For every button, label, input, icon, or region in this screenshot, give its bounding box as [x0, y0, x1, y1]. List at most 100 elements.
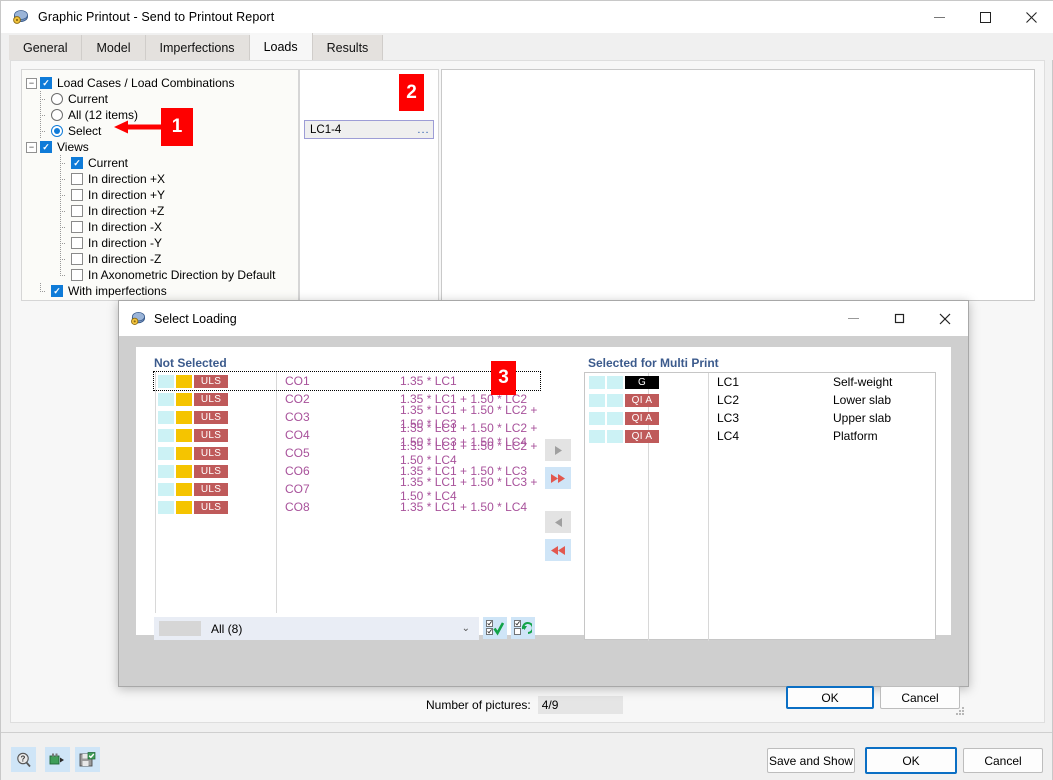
views-checkbox[interactable] — [40, 141, 52, 153]
tree-row-root[interactable]: − Load Cases / Load Combinations — [26, 75, 298, 91]
tree-connector — [55, 235, 66, 251]
list-item[interactable]: ULS CO1 1.35 * LC1 — [153, 371, 541, 391]
view-current-label: Current — [88, 156, 129, 170]
view-minus-y-checkbox[interactable] — [71, 237, 83, 249]
ellipsis-button[interactable]: ... — [414, 121, 433, 138]
move-right-button[interactable] — [545, 439, 571, 461]
cancel-button[interactable]: Cancel — [963, 748, 1043, 773]
tree-connector — [35, 91, 46, 107]
view-plus-z-label: In direction +Z — [88, 204, 165, 218]
radio-current[interactable] — [51, 93, 63, 105]
tab-general[interactable]: General — [9, 35, 83, 60]
tab-results[interactable]: Results — [312, 35, 384, 60]
tree-root-label: Load Cases / Load Combinations — [57, 76, 235, 90]
close-button[interactable] — [1008, 1, 1053, 33]
color-swatch-icon — [176, 464, 192, 478]
settings-plug-icon[interactable] — [45, 747, 70, 772]
selected-header: Selected for Multi Print — [588, 356, 719, 370]
resize-grip-icon[interactable] — [955, 703, 965, 715]
tree-row-view-pz[interactable]: In direction +Z — [26, 203, 298, 219]
collapse-root-icon[interactable]: − — [26, 77, 37, 89]
with-imperfections-label: With imperfections — [68, 284, 167, 298]
selected-list[interactable]: G LC1 Self-weight QI A LC2 Lower slab QI… — [584, 372, 936, 641]
view-axonometric-label: In Axonometric Direction by Default — [88, 268, 276, 282]
number-of-pictures-label: Number of pictures: — [426, 698, 531, 712]
radio-select[interactable] — [51, 125, 63, 137]
not-selected-header: Not Selected — [154, 356, 227, 370]
tree-row-current[interactable]: Current — [26, 91, 298, 107]
dialog-cancel-button[interactable]: Cancel — [880, 686, 960, 709]
loads-tree[interactable]: − Load Cases / Load Combinations Current… — [21, 69, 299, 301]
tab-imperfections[interactable]: Imperfections — [145, 35, 250, 60]
color-swatch-icon — [176, 500, 192, 514]
tree-connector — [55, 267, 66, 283]
tree-row-view-px[interactable]: In direction +X — [26, 171, 298, 187]
select-all-button[interactable] — [483, 617, 507, 639]
tree-row-view-py[interactable]: In direction +Y — [26, 187, 298, 203]
dialog-ok-button[interactable]: OK — [786, 686, 874, 709]
color-swatch-icon — [607, 375, 623, 389]
collapse-views-icon[interactable]: − — [26, 141, 37, 153]
dialog-maximize-button[interactable] — [876, 303, 922, 335]
dialog-close-button[interactable] — [922, 303, 968, 335]
application-window: Graphic Printout - Send to Printout Repo… — [0, 0, 1053, 780]
tree-row-with-imperfections[interactable]: With imperfections — [26, 283, 298, 299]
tree-row-view-my[interactable]: In direction -Y — [26, 235, 298, 251]
main-titlebar: Graphic Printout - Send to Printout Repo… — [1, 1, 1053, 33]
tree-row-view-axo[interactable]: In Axonometric Direction by Default — [26, 267, 298, 283]
help-icon[interactable]: ? — [11, 747, 36, 772]
load-selection-value: LC1-4 — [310, 123, 342, 136]
view-current-checkbox[interactable] — [71, 157, 83, 169]
save-and-show-button[interactable]: Save and Show — [767, 748, 855, 773]
root-checkbox[interactable] — [40, 77, 52, 89]
list-item[interactable]: QI A LC2 Lower slab — [585, 391, 935, 409]
list-item[interactable]: QI A LC3 Upper slab — [585, 409, 935, 427]
window-title: Graphic Printout - Send to Printout Repo… — [38, 10, 275, 24]
radio-all[interactable] — [51, 109, 63, 121]
color-swatch-icon — [176, 392, 192, 406]
dialog-title: Select Loading — [154, 311, 237, 326]
list-item[interactable]: ULS CO7 1.35 * LC1 + 1.50 * LC3 + 1.50 *… — [154, 475, 540, 503]
not-selected-list[interactable]: ULS CO1 1.35 * LC1 ULS CO2 1.35 * LC1 + … — [153, 371, 541, 613]
list-item[interactable]: ULS CO8 1.35 * LC1 + 1.50 * LC4 — [154, 498, 540, 516]
tree-connector — [35, 123, 46, 139]
move-all-right-button[interactable] — [545, 467, 571, 489]
filter-combobox[interactable]: All (8) ⌄ — [154, 617, 479, 640]
annotation-marker-2: 2 — [399, 74, 424, 111]
load-case-id: LC3 — [717, 411, 740, 425]
view-plus-x-checkbox[interactable] — [71, 173, 83, 185]
load-selection-field[interactable]: LC1-4 ... — [304, 120, 434, 139]
category-badge: ULS — [194, 500, 228, 514]
move-left-button[interactable] — [545, 511, 571, 533]
category-badge: QI A — [625, 429, 659, 443]
view-minus-z-checkbox[interactable] — [71, 253, 83, 265]
dialog-minimize-button[interactable] — [830, 303, 876, 335]
tree-row-view-mz[interactable]: In direction -Z — [26, 251, 298, 267]
load-case-id: LC1 — [717, 375, 740, 389]
tab-loads[interactable]: Loads — [249, 33, 313, 60]
list-item[interactable]: QI A LC4 Platform — [585, 427, 935, 445]
view-minus-x-checkbox[interactable] — [71, 221, 83, 233]
tree-row-view-current[interactable]: Current — [26, 155, 298, 171]
maximize-button[interactable] — [962, 1, 1008, 33]
tab-model[interactable]: Model — [82, 35, 146, 60]
color-swatch-icon — [176, 428, 192, 442]
ok-button[interactable]: OK — [865, 747, 957, 774]
save-settings-icon[interactable] — [75, 747, 100, 772]
load-case-id: LC4 — [717, 429, 740, 443]
invert-selection-button[interactable] — [511, 617, 535, 639]
minimize-button[interactable] — [916, 1, 962, 33]
view-minus-z-label: In direction -Z — [88, 252, 162, 266]
list-item[interactable]: ULS CO5 1.35 * LC1 + 1.50 * LC2 + 1.50 *… — [154, 439, 540, 467]
move-all-left-button[interactable] — [545, 539, 571, 561]
list-item[interactable]: G LC1 Self-weight — [585, 373, 935, 391]
category-badge: ULS — [194, 410, 228, 424]
tree-row-view-mx[interactable]: In direction -X — [26, 219, 298, 235]
with-imperfections-checkbox[interactable] — [51, 285, 63, 297]
view-plus-z-checkbox[interactable] — [71, 205, 83, 217]
color-swatch-icon — [607, 393, 623, 407]
category-badge: ULS — [194, 464, 228, 478]
view-plus-y-checkbox[interactable] — [71, 189, 83, 201]
color-swatch-icon — [589, 411, 605, 425]
view-axonometric-checkbox[interactable] — [71, 269, 83, 281]
